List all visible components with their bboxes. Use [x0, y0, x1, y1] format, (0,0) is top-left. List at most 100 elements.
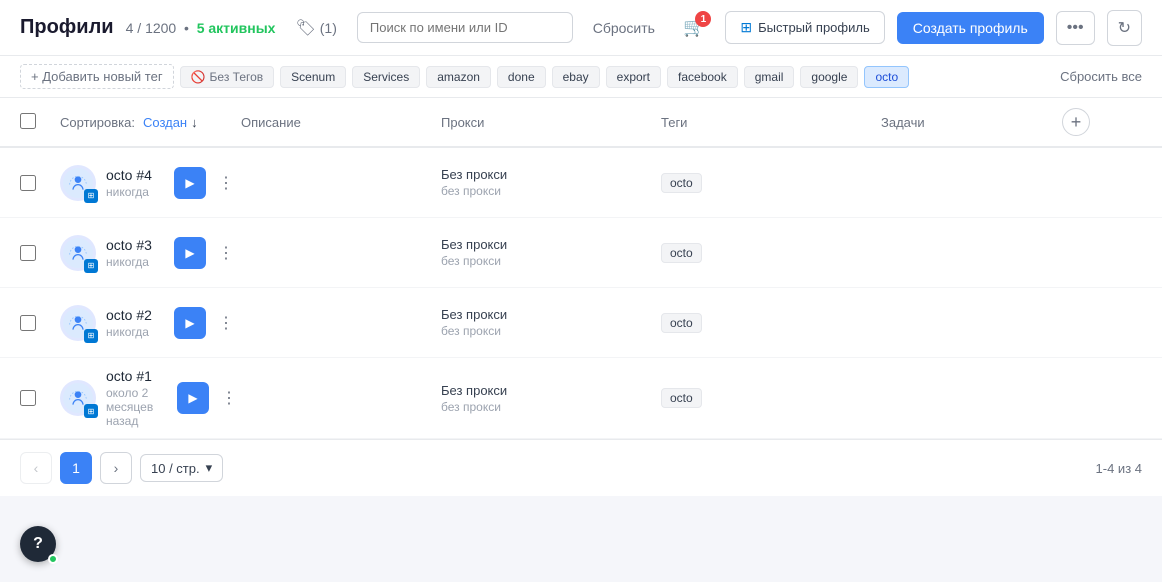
profile-info: octo #3 никогда — [106, 237, 152, 269]
page-size-selector[interactable]: 10 / стр. ▾ — [140, 454, 223, 482]
proxy-sub: без прокси — [441, 254, 661, 268]
tag-chip-ebay[interactable]: ebay — [552, 66, 600, 88]
add-task-button[interactable]: + — [1062, 108, 1090, 136]
add-tag-button[interactable]: + Добавить новый тег — [20, 64, 174, 89]
row-tag[interactable]: octo — [661, 243, 702, 263]
header-tasks: Задачи — [881, 115, 1062, 130]
tag-chip-octo[interactable]: octo — [864, 66, 909, 88]
table-row: ⊞ octo #1 около 2 месяцев назад ▶ ⋮ Без … — [0, 358, 1162, 439]
table-header: Сортировка: Создан ↓ Описание Прокси Тег… — [0, 98, 1162, 148]
profile-cell: ⊞ octo #1 около 2 месяцев назад ▶ ⋮ — [60, 368, 241, 428]
proxy-label: Без прокси — [441, 307, 661, 322]
windows-os-badge: ⊞ — [84, 259, 98, 273]
windows-os-badge: ⊞ — [84, 404, 98, 418]
row-checkbox-cell — [20, 175, 60, 191]
header: Профили 4 / 1200 • 5 активных 🏷 (1) Сбро… — [0, 0, 1162, 56]
profile-info: octo #4 никогда — [106, 167, 152, 199]
row-checkbox[interactable] — [20, 315, 36, 331]
help-status-dot — [48, 554, 58, 564]
help-button[interactable]: ? — [20, 526, 56, 562]
tags-bar: + Добавить новый тег 🚫Без ТеговScenum Ser… — [0, 56, 1162, 98]
total-info: 1-4 из 4 — [1096, 461, 1142, 476]
profile-name: octo #2 — [106, 307, 152, 323]
select-all-checkbox[interactable] — [20, 113, 36, 129]
header-tags: Теги — [661, 115, 881, 130]
row-tag[interactable]: octo — [661, 173, 702, 193]
tag-chip-export[interactable]: export — [606, 66, 661, 88]
create-profile-button[interactable]: Создать профиль — [897, 12, 1044, 44]
row-checkbox[interactable] — [20, 390, 36, 406]
more-actions-button[interactable]: ⋮ — [217, 384, 241, 412]
table-row: ⊞ octo #4 никогда ▶ ⋮ Без прокси без про… — [0, 148, 1162, 218]
more-actions-button[interactable]: ⋮ — [214, 239, 238, 267]
tag-chip-gmail[interactable]: gmail — [744, 66, 795, 88]
tags-cell: octo — [661, 388, 881, 408]
windows-icon: ⊞ — [740, 19, 752, 36]
quick-profile-button[interactable]: ⊞ Быстрый профиль — [725, 11, 884, 44]
tag-chip-amazon[interactable]: amazon — [426, 66, 491, 88]
active-count: 5 активных — [197, 20, 276, 36]
avatar-wrapper: ⊞ — [60, 165, 96, 201]
profile-date: никогда — [106, 255, 152, 269]
tags-cell: octo — [661, 243, 881, 263]
play-button[interactable]: ▶ — [174, 237, 206, 269]
row-tag[interactable]: octo — [661, 388, 702, 408]
tag-chip-scenum[interactable]: Scenum — [280, 66, 346, 88]
header-tasks-add: + — [1062, 108, 1142, 136]
more-actions-button[interactable]: ⋮ — [214, 309, 238, 337]
refresh-button[interactable]: ↻ — [1107, 10, 1142, 46]
action-cell: ▶ ⋮ — [174, 307, 238, 339]
proxy-sub: без прокси — [441, 324, 661, 338]
reset-all-tags-button[interactable]: Сбросить все — [1060, 69, 1142, 84]
header-name[interactable]: Сортировка: Создан ↓ — [60, 115, 241, 130]
windows-os-badge: ⊞ — [84, 189, 98, 203]
profile-info: octo #2 никогда — [106, 307, 152, 339]
row-checkbox[interactable] — [20, 175, 36, 191]
action-cell: ▶ ⋮ — [174, 167, 238, 199]
table-row: ⊞ octo #3 никогда ▶ ⋮ Без прокси без про… — [0, 218, 1162, 288]
search-input[interactable] — [357, 12, 573, 43]
tag-chip-no-tags[interactable]: 🚫Без Тегов — [180, 66, 275, 88]
cart-button[interactable]: 🛒 1 — [675, 13, 713, 42]
cart-badge: 1 — [695, 11, 711, 27]
play-button[interactable]: ▶ — [177, 382, 209, 414]
profile-date: никогда — [106, 185, 152, 199]
row-checkbox-cell — [20, 245, 60, 261]
proxy-cell: Без прокси без прокси — [441, 383, 661, 414]
row-tag[interactable]: octo — [661, 313, 702, 333]
header-checkbox-cell — [20, 113, 60, 132]
more-options-button[interactable]: ••• — [1056, 11, 1095, 45]
tag-chip-facebook[interactable]: facebook — [667, 66, 738, 88]
avatar-wrapper: ⊞ — [60, 380, 96, 416]
windows-os-badge: ⊞ — [84, 329, 98, 343]
proxy-label: Без прокси — [441, 167, 661, 182]
proxy-cell: Без прокси без прокси — [441, 167, 661, 198]
no-tags-icon: 🚫 — [191, 70, 206, 84]
avatar-wrapper: ⊞ — [60, 305, 96, 341]
footer: ‹ 1 › 10 / стр. ▾ 1-4 из 4 — [0, 439, 1162, 496]
chevron-down-icon: ▾ — [206, 460, 213, 476]
profile-name: octo #3 — [106, 237, 152, 253]
next-page-button[interactable]: › — [100, 452, 132, 484]
sort-icon: ↓ — [191, 115, 198, 130]
prev-page-button[interactable]: ‹ — [20, 452, 52, 484]
profile-cell: ⊞ octo #2 никогда ▶ ⋮ — [60, 305, 241, 341]
proxy-sub: без прокси — [441, 400, 661, 414]
page-1-button[interactable]: 1 — [60, 452, 92, 484]
row-checkbox-cell — [20, 390, 60, 406]
action-cell: ▶ ⋮ — [174, 237, 238, 269]
row-checkbox[interactable] — [20, 245, 36, 261]
profile-count: 4 / 1200 • 5 активных — [126, 20, 276, 36]
table-row: ⊞ octo #2 никогда ▶ ⋮ Без прокси без про… — [0, 288, 1162, 358]
tag-chip-done[interactable]: done — [497, 66, 546, 88]
tag-chip-services[interactable]: Services — [352, 66, 420, 88]
tag-chip-google[interactable]: google — [800, 66, 858, 88]
proxy-sub: без прокси — [441, 184, 661, 198]
profile-info: octo #1 около 2 месяцев назад — [106, 368, 155, 428]
play-button[interactable]: ▶ — [174, 307, 206, 339]
more-actions-button[interactable]: ⋮ — [214, 169, 238, 197]
reset-search-button[interactable]: Сбросить — [585, 16, 663, 40]
play-button[interactable]: ▶ — [174, 167, 206, 199]
proxy-cell: Без прокси без прокси — [441, 307, 661, 338]
tag-filter-button[interactable]: 🏷 (1) — [287, 14, 344, 42]
